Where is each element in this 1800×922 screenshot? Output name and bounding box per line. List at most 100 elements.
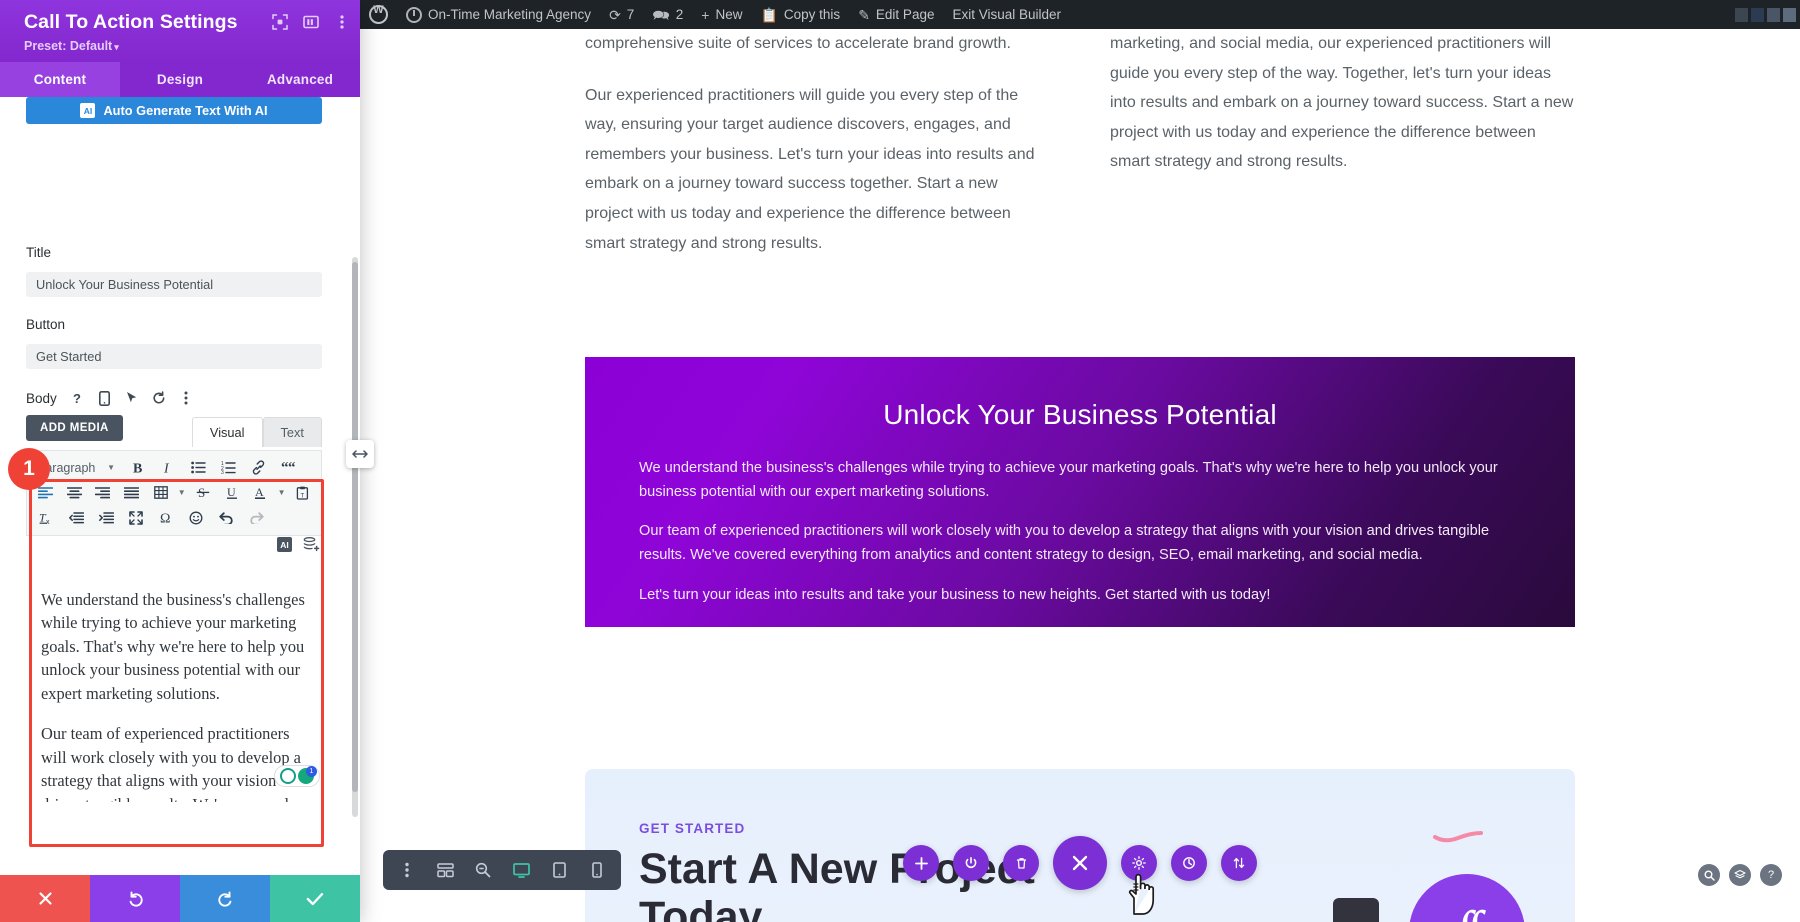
preview-left-paragraph-2: Our experienced practitioners will guide… (585, 86, 1035, 252)
modal-scrollbar-thumb[interactable] (352, 262, 358, 792)
comments-menu[interactable]: 🗪 2 (643, 0, 692, 29)
add-media-button[interactable]: ADD MEDIA (26, 415, 123, 441)
preview-layers-button[interactable] (1729, 864, 1751, 886)
copy-this-label: Copy this (783, 7, 841, 22)
toolbar-zoom-button[interactable] (465, 852, 501, 888)
modal-body: AI Auto Generate Text With AI Title Unlo… (0, 97, 360, 875)
edit-page-menu[interactable]: ✎ Edit Page (849, 0, 943, 29)
hover-cursor-icon[interactable] (124, 390, 140, 406)
auto-generate-text-with-ai-button[interactable]: AI Auto Generate Text With AI (26, 97, 322, 124)
tab-content[interactable]: Content (0, 62, 120, 97)
underline-button[interactable]: U (217, 480, 246, 505)
outdent-icon (68, 511, 84, 523)
clear-formatting-button[interactable]: Tx (31, 505, 61, 530)
bulleted-list-button[interactable] (183, 455, 213, 480)
strikethrough-button[interactable]: S (188, 480, 217, 505)
kebab-menu-icon[interactable] (333, 13, 350, 30)
split-panel-icon[interactable] (302, 13, 319, 30)
grammarly-pill[interactable]: 1 (274, 765, 320, 787)
cta-module[interactable]: Unlock Your Business Potential We unders… (585, 357, 1575, 627)
undo-button[interactable] (90, 875, 180, 922)
svg-text:“: “ (288, 461, 296, 474)
paste-as-text-button[interactable]: T (288, 480, 317, 505)
tab-design[interactable]: Design (120, 62, 240, 97)
save-button[interactable] (270, 875, 360, 922)
toolbar-more-options-button[interactable] (389, 852, 425, 888)
editor-tab-bar: Visual Text (191, 417, 322, 447)
tab-visual[interactable]: Visual (191, 417, 263, 447)
blockquote-icon: ““ (281, 461, 296, 474)
button-input[interactable]: Get Started (26, 344, 322, 369)
disable-module-button[interactable] (953, 845, 989, 881)
panel-resize-handle[interactable] (346, 440, 374, 468)
add-module-button[interactable] (903, 845, 939, 881)
align-justify-icon (124, 486, 140, 498)
ai-badge-icon[interactable]: AI (277, 537, 292, 552)
bold-button[interactable]: B (123, 455, 153, 480)
italic-button[interactable]: I (153, 455, 183, 480)
redo-button[interactable] (180, 875, 270, 922)
fullscreen-button[interactable] (121, 505, 151, 530)
toolbar-row-1: Paragraph ▼ B I 123 “ “ (31, 455, 317, 480)
title-input[interactable]: Unlock Your Business Potential (26, 272, 322, 297)
table-dropdown-caret[interactable]: ▼ (175, 480, 188, 505)
preview-help-button[interactable]: ? (1760, 864, 1782, 886)
tab-text[interactable]: Text (262, 417, 322, 447)
reset-icon[interactable] (151, 390, 167, 406)
preset-selector[interactable]: Preset: Default ▾ (24, 39, 344, 53)
cta-title: Unlock Your Business Potential (883, 399, 1277, 430)
svg-text:x: x (46, 519, 50, 525)
copy-this-menu[interactable]: 📋 Copy this (751, 0, 849, 29)
delete-module-button[interactable] (1003, 845, 1039, 881)
grammarly-widget[interactable]: 1 (274, 765, 320, 787)
svg-text:3: 3 (221, 470, 224, 474)
module-sort-button[interactable] (1221, 845, 1257, 881)
tab-advanced[interactable]: Advanced (240, 62, 360, 97)
help-icon[interactable]: ? (70, 390, 86, 406)
toolbar-phone-view-button[interactable] (579, 852, 615, 888)
redo-button[interactable] (241, 505, 271, 530)
align-right-button[interactable] (89, 480, 118, 505)
emoji-icon (189, 511, 203, 524)
special-character-button[interactable]: Ω (151, 505, 181, 530)
cancel-button[interactable] (0, 875, 90, 922)
close-settings-button[interactable] (1053, 836, 1107, 890)
indent-button[interactable] (91, 505, 121, 530)
updates-menu[interactable]: ⟳ 7 (600, 0, 643, 29)
adminbar-thumb-2 (1751, 7, 1764, 22)
responsive-icon[interactable] (97, 390, 113, 406)
ai-layers-icon[interactable] (303, 537, 320, 552)
insert-link-button[interactable] (243, 455, 273, 480)
wp-logo-menu[interactable] (360, 0, 397, 29)
undo-button[interactable] (211, 505, 241, 530)
toolbar-wireframe-button[interactable] (427, 852, 463, 888)
preview-help-icons: ? (1698, 864, 1782, 886)
text-color-dropdown-caret[interactable]: ▼ (275, 480, 288, 505)
new-content-menu[interactable]: + New (692, 0, 751, 29)
text-color-button[interactable]: A (246, 480, 275, 505)
layers-icon (1734, 869, 1746, 879)
outdent-button[interactable] (61, 505, 91, 530)
updates-icon: ⟳ (609, 6, 621, 23)
toolbar-desktop-view-button[interactable] (503, 852, 539, 888)
table-icon (153, 486, 168, 499)
focus-frame-icon[interactable] (271, 13, 288, 30)
emoji-button[interactable] (181, 505, 211, 530)
desktop-icon (512, 862, 530, 878)
updates-count: 7 (626, 7, 635, 22)
new-label: New (715, 7, 743, 22)
align-center-button[interactable] (60, 480, 89, 505)
kebab-menu-icon[interactable] (178, 390, 194, 406)
adminbar-thumb-3 (1767, 7, 1780, 22)
module-history-button[interactable] (1171, 845, 1207, 881)
preview-search-button[interactable] (1698, 864, 1720, 886)
align-justify-button[interactable] (117, 480, 146, 505)
exit-visual-builder-button[interactable]: Exit Visual Builder (943, 0, 1070, 29)
blockquote-button[interactable]: ““ (273, 455, 303, 480)
toolbar-tablet-view-button[interactable] (541, 852, 577, 888)
site-name-menu[interactable]: On-Time Marketing Agency (397, 0, 600, 29)
modal-scrollbar[interactable] (352, 257, 358, 817)
insert-table-button[interactable] (146, 480, 175, 505)
ai-badge-icon: AI (80, 103, 96, 118)
numbered-list-button[interactable]: 123 (213, 455, 243, 480)
